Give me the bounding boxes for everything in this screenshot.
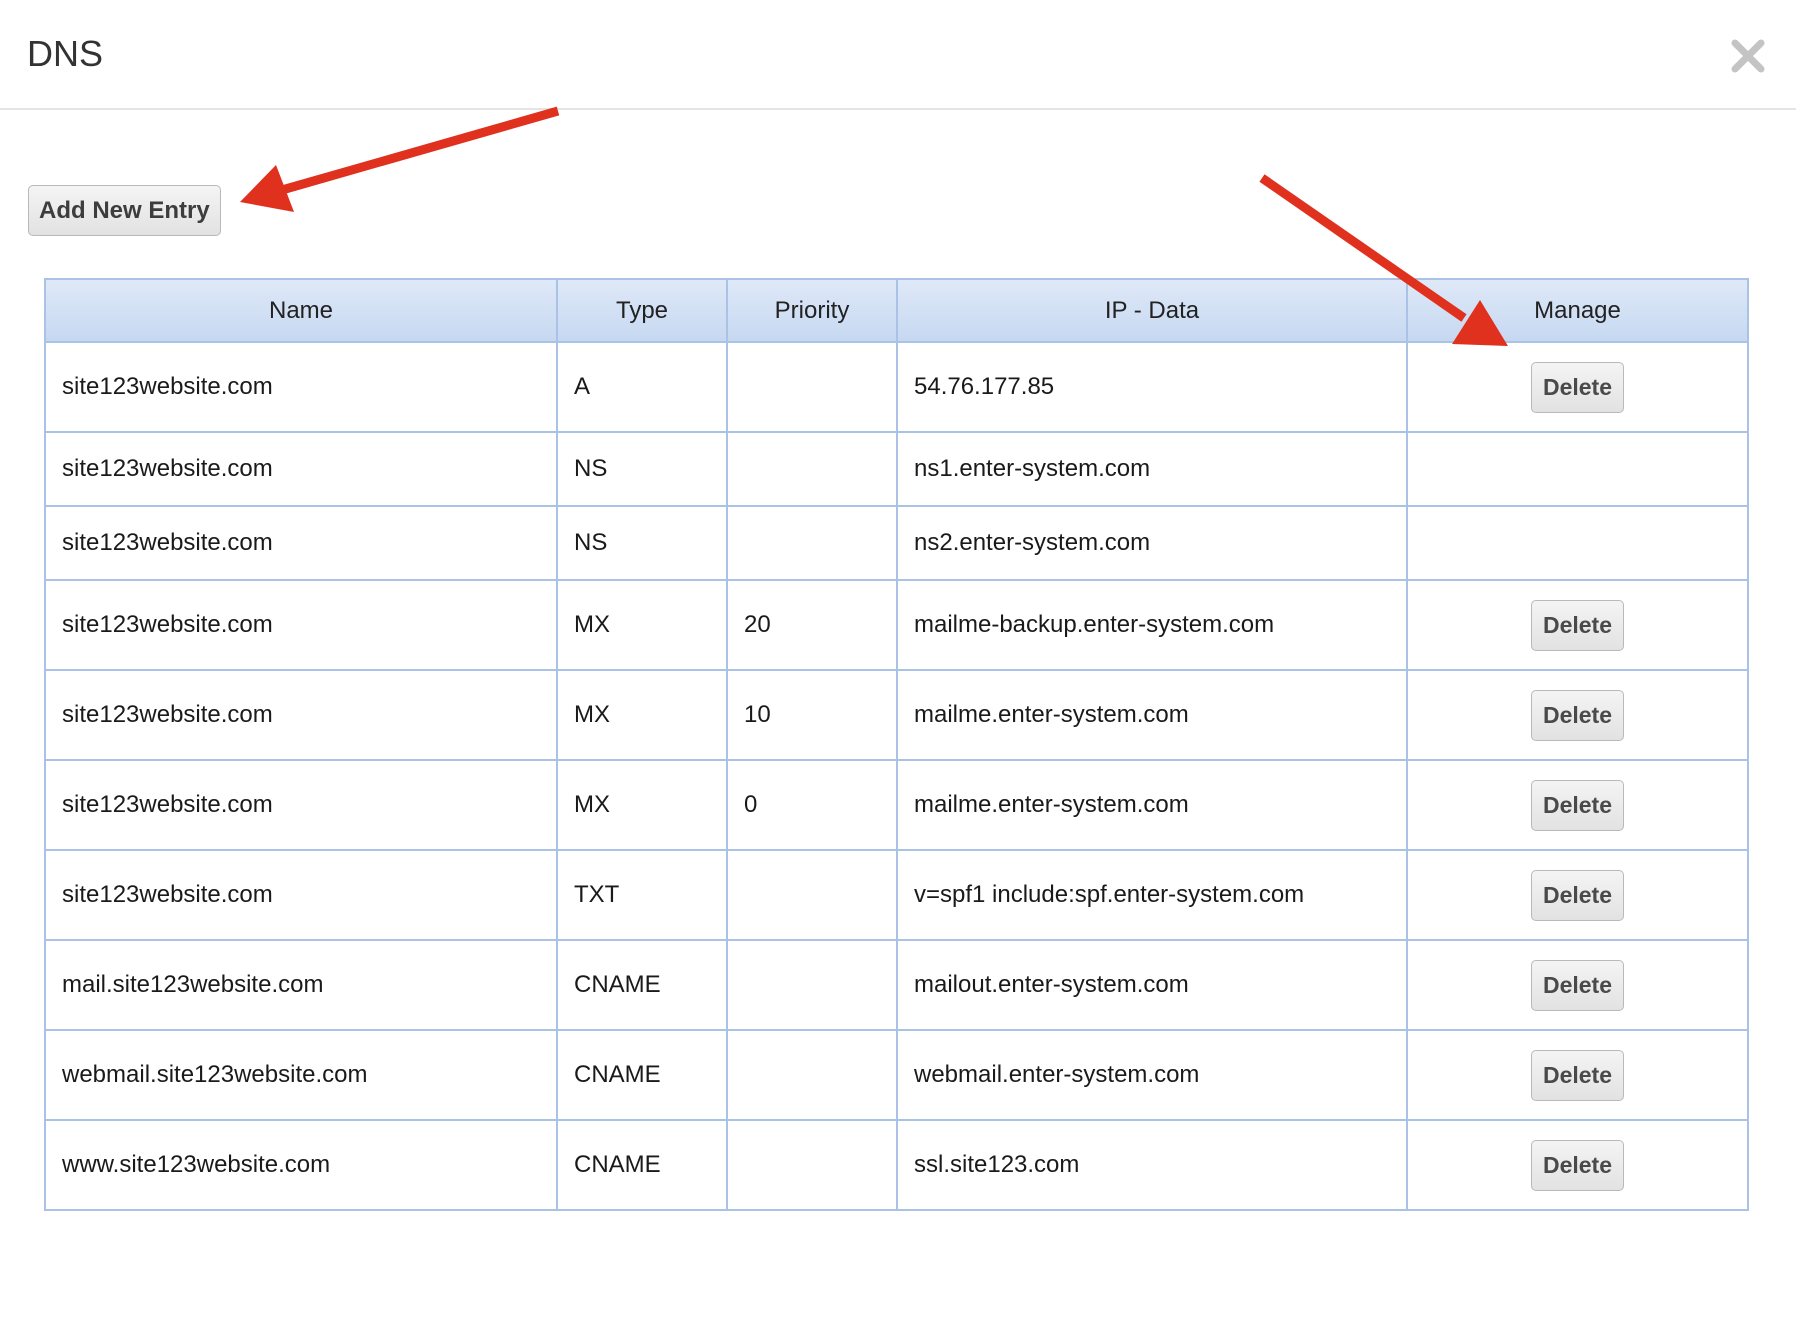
delete-button[interactable]: Delete <box>1531 689 1624 741</box>
cell-manage <box>1406 431 1749 507</box>
cell-type: TXT <box>556 849 728 941</box>
arrow-to-add-button <box>240 106 560 212</box>
cell-priority: 20 <box>726 579 898 671</box>
dialog-title: DNS <box>27 33 104 74</box>
cell-name: site123website.com <box>44 431 558 507</box>
column-header-manage: Manage <box>1406 278 1749 343</box>
cell-name: www.site123website.com <box>44 1119 558 1211</box>
cell-name: site123website.com <box>44 505 558 581</box>
table-row: mail.site123website.com CNAME mailout.ente… <box>44 939 1749 1031</box>
cell-manage: Delete <box>1406 669 1749 761</box>
cell-name: site123website.com <box>44 849 558 941</box>
table-row: site123website.com NS ns2.enter-system.com <box>44 505 1749 581</box>
cell-name: webmail.site123website.com <box>44 1029 558 1121</box>
table-row: site123website.com MX 10 mailme.enter-syste… <box>44 669 1749 761</box>
cell-type: A <box>556 341 728 433</box>
cell-priority <box>726 1119 898 1211</box>
cell-name: site123website.com <box>44 579 558 671</box>
column-header-ip-data: IP - Data <box>896 278 1408 343</box>
cell-ip-data: webmail.enter-system.com <box>896 1029 1408 1121</box>
cell-manage: Delete <box>1406 939 1749 1031</box>
column-header-name: Name <box>44 278 558 343</box>
table-row: site123website.com A 54.76.177.85 Delete <box>44 341 1749 433</box>
cell-manage: Delete <box>1406 1119 1749 1211</box>
cell-priority <box>726 849 898 941</box>
cell-name: site123website.com <box>44 669 558 761</box>
table-row: site123website.com TXT v=spf1 include:spf.… <box>44 849 1749 941</box>
cell-ip-data: mailme.enter-system.com <box>896 759 1408 851</box>
table-row: site123website.com NS ns1.enter-system.com <box>44 431 1749 507</box>
cell-priority <box>726 939 898 1031</box>
table-row: webmail.site123website.com CNAME webmail.e… <box>44 1029 1749 1121</box>
cell-priority: 10 <box>726 669 898 761</box>
cell-manage: Delete <box>1406 849 1749 941</box>
cell-type: CNAME <box>556 939 728 1031</box>
delete-button[interactable]: Delete <box>1531 1139 1624 1191</box>
delete-button[interactable]: Delete <box>1531 959 1624 1011</box>
delete-button[interactable]: Delete <box>1531 361 1624 413</box>
cell-manage <box>1406 505 1749 581</box>
cell-priority <box>726 431 898 507</box>
column-header-priority: Priority <box>726 278 898 343</box>
add-new-entry-button[interactable]: Add New Entry <box>28 185 221 236</box>
table-header-row: Name Type Priority IP - Data Manage <box>44 278 1749 343</box>
cell-priority: 0 <box>726 759 898 851</box>
cell-ip-data: ns1.enter-system.com <box>896 431 1408 507</box>
cell-priority <box>726 1029 898 1121</box>
cell-ip-data: mailout.enter-system.com <box>896 939 1408 1031</box>
cell-type: CNAME <box>556 1029 728 1121</box>
dns-records-table: Name Type Priority IP - Data Manage site… <box>44 278 1749 1211</box>
close-icon <box>1731 39 1765 73</box>
cell-ip-data: mailme-backup.enter-system.com <box>896 579 1408 671</box>
delete-button[interactable]: Delete <box>1531 869 1624 921</box>
cell-ip-data: 54.76.177.85 <box>896 341 1408 433</box>
table-body: site123website.com A 54.76.177.85 Delete sit… <box>44 341 1749 1211</box>
cell-manage: Delete <box>1406 1029 1749 1121</box>
cell-type: NS <box>556 505 728 581</box>
table-row: site123website.com MX 0 mailme.enter-system… <box>44 759 1749 851</box>
cell-type: NS <box>556 431 728 507</box>
cell-priority <box>726 341 898 433</box>
table-row: site123website.com MX 20 mailme-backup.ente… <box>44 579 1749 671</box>
cell-type: MX <box>556 669 728 761</box>
cell-manage: Delete <box>1406 579 1749 671</box>
cell-type: MX <box>556 579 728 671</box>
cell-type: CNAME <box>556 1119 728 1211</box>
cell-ip-data: mailme.enter-system.com <box>896 669 1408 761</box>
delete-button[interactable]: Delete <box>1531 779 1624 831</box>
delete-button[interactable]: Delete <box>1531 599 1624 651</box>
cell-priority <box>726 505 898 581</box>
cell-ip-data: v=spf1 include:spf.enter-system.com <box>896 849 1408 941</box>
cell-name: site123website.com <box>44 341 558 433</box>
cell-manage: Delete <box>1406 341 1749 433</box>
cell-ip-data: ns2.enter-system.com <box>896 505 1408 581</box>
table-row: www.site123website.com CNAME ssl.site123.c… <box>44 1119 1749 1211</box>
cell-type: MX <box>556 759 728 851</box>
cell-manage: Delete <box>1406 759 1749 851</box>
column-header-type: Type <box>556 278 728 343</box>
cell-ip-data: ssl.site123.com <box>896 1119 1408 1211</box>
dialog-header: DNS <box>0 0 1796 110</box>
delete-button[interactable]: Delete <box>1531 1049 1624 1101</box>
cell-name: mail.site123website.com <box>44 939 558 1031</box>
close-button[interactable] <box>1728 36 1768 76</box>
cell-name: site123website.com <box>44 759 558 851</box>
